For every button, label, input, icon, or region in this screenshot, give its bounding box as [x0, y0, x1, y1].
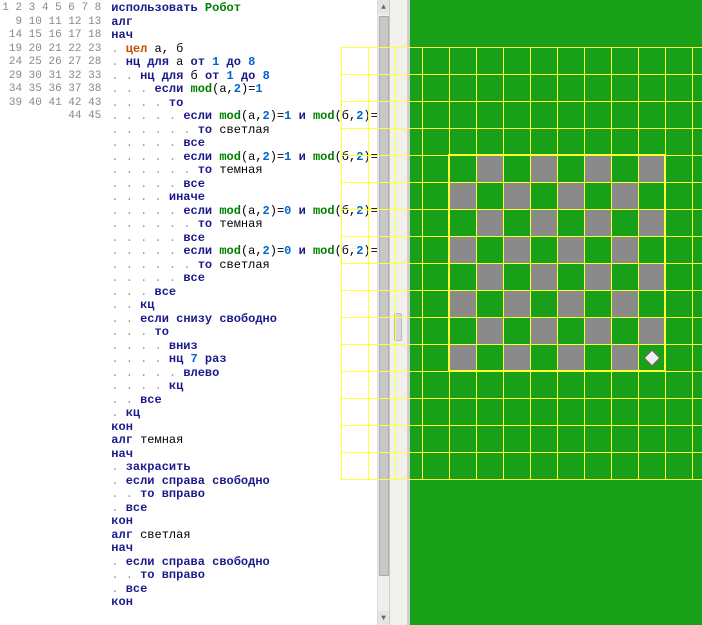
robot-field-pane[interactable] — [408, 0, 702, 625]
grid-line — [341, 128, 702, 129]
grid-line — [341, 452, 702, 453]
scroll-up-button[interactable]: ▲ — [378, 0, 389, 14]
code-content[interactable]: использовать Роботалгнач. цел а, б. нц д… — [107, 0, 389, 612]
grid-line — [341, 398, 702, 399]
grid-line — [341, 425, 702, 426]
pane-divider[interactable] — [390, 0, 408, 625]
scroll-thumb[interactable] — [379, 16, 389, 576]
grid-line — [341, 479, 702, 480]
scroll-down-button[interactable]: ▼ — [378, 611, 389, 625]
board-border — [448, 154, 666, 372]
code-editor-pane[interactable]: 1 2 3 4 5 6 7 8 9 10 11 12 13 14 15 16 1… — [0, 0, 390, 625]
grid-line — [341, 101, 702, 102]
editor-scrollbar[interactable]: ▲ ▼ — [377, 0, 389, 625]
line-number-gutter: 1 2 3 4 5 6 7 8 9 10 11 12 13 14 15 16 1… — [0, 0, 107, 612]
grid-line — [692, 47, 693, 479]
